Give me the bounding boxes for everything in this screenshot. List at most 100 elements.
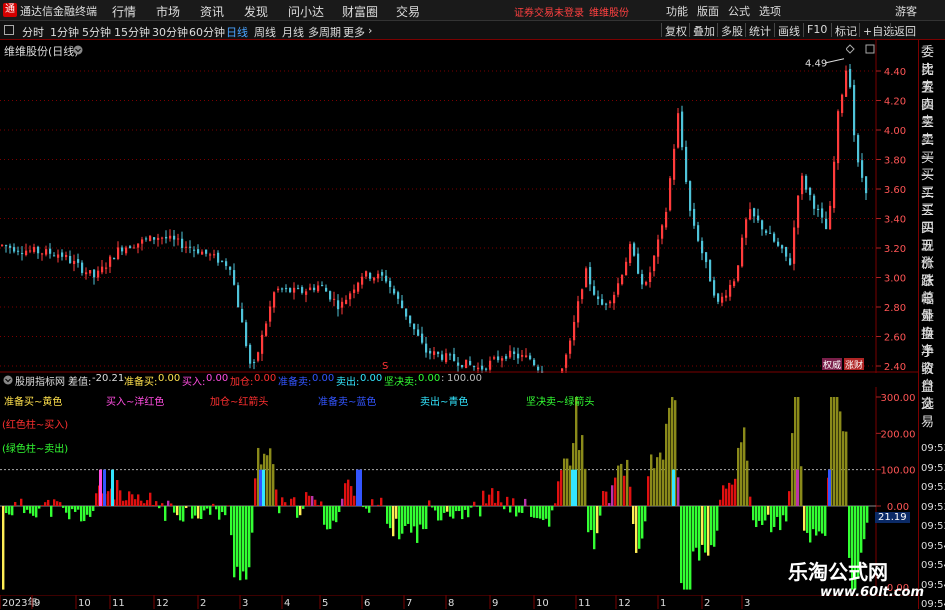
candlestick-chart[interactable]: 4.404.204.003.803.603.403.203.002.802.60…	[0, 40, 918, 373]
candle-body	[841, 95, 843, 113]
indicator-bar	[314, 500, 316, 506]
menu-ask[interactable]: 问小达	[288, 3, 324, 20]
indicator-bar	[728, 483, 730, 506]
dropdown-icon[interactable]	[73, 45, 83, 55]
indicator-bar	[26, 506, 28, 510]
period-15min[interactable]: 15分钟	[114, 24, 150, 40]
indicator-bar	[167, 501, 169, 506]
candle-body	[593, 286, 595, 295]
indicator-bar	[449, 506, 451, 517]
candle-body	[45, 249, 47, 254]
candle-body	[333, 299, 335, 300]
indicator-bar	[200, 506, 202, 519]
indicator-name[interactable]: 股朋指标网	[15, 373, 65, 388]
indicator-bar	[62, 506, 64, 508]
tool-draw-line[interactable]: 画线	[774, 23, 800, 37]
price-tick-label: 4.00	[884, 126, 906, 137]
candle-body	[221, 261, 223, 262]
indicator-bar	[812, 506, 814, 529]
indicator-bar	[293, 497, 295, 506]
indicator-bar	[182, 506, 184, 522]
watermark-url: www.60lt.com	[820, 585, 924, 600]
candle-body	[1, 245, 3, 246]
period-60min[interactable]: 60分钟	[189, 24, 225, 40]
menu-layout[interactable]: 版面	[697, 3, 719, 19]
menu-quotes[interactable]: 行情	[112, 3, 136, 20]
indicator-bar	[140, 501, 142, 506]
candle-body	[105, 268, 107, 269]
dropdown-icon[interactable]	[3, 375, 13, 385]
tool-overlay[interactable]: 叠加	[689, 23, 715, 37]
menu-trade[interactable]: 交易	[396, 3, 420, 20]
indicator-bar	[32, 506, 34, 516]
indicator-bar	[299, 506, 301, 515]
candle-body	[85, 272, 87, 274]
chevron-right-icon[interactable]: ›	[368, 24, 372, 37]
tool-restore-rights[interactable]: 复权	[661, 23, 687, 37]
chart-controls-icon[interactable]	[846, 43, 876, 55]
indicator-bar	[86, 506, 88, 515]
indicator-bar	[146, 500, 148, 506]
menu-market[interactable]: 市场	[156, 3, 180, 20]
period-timeshare[interactable]: 分时	[22, 24, 44, 40]
candle-body	[857, 135, 859, 162]
guest-label[interactable]: 游客	[895, 3, 917, 19]
indicator-bar	[446, 506, 448, 512]
candle-body	[497, 356, 499, 360]
indicator-bar	[149, 493, 151, 506]
field-label-add: 加仓:	[230, 373, 253, 388]
period-30min[interactable]: 30分钟	[152, 24, 188, 40]
menu-formula[interactable]: 公式	[728, 3, 750, 19]
candle-body	[149, 236, 151, 241]
candle-body	[425, 344, 427, 353]
indicator-bar	[485, 503, 487, 506]
menu-discover[interactable]: 发现	[244, 3, 268, 20]
candle-body	[765, 231, 767, 233]
candle-body	[701, 241, 703, 253]
menu-function[interactable]: 功能	[666, 3, 688, 19]
side-time: 09:53	[921, 463, 945, 474]
tool-mark[interactable]: 标记	[831, 23, 857, 37]
candle-body	[289, 288, 291, 292]
indicator-bar	[500, 502, 502, 506]
side-time: 09:53	[921, 521, 945, 532]
indicator-bar	[788, 491, 790, 506]
candle-body	[693, 209, 695, 226]
indicator-bar	[785, 506, 787, 521]
tool-back[interactable]: 返回	[890, 23, 916, 37]
indicator-bar	[65, 506, 67, 513]
side-time: 09:53	[921, 502, 945, 513]
period-more[interactable]: 更多	[343, 24, 365, 40]
menu-wealth[interactable]: 财富圈	[342, 3, 378, 20]
login-notice[interactable]: 证券交易未登录	[514, 4, 584, 19]
indicator-bar	[680, 506, 682, 583]
candle-body	[689, 181, 691, 211]
field-value-add: 0.00	[254, 373, 276, 384]
tool-statistics[interactable]: 统计	[745, 23, 771, 37]
indicator-bar	[14, 502, 16, 506]
tool-multi-stock[interactable]: 多股	[717, 23, 743, 37]
period-monthly[interactable]: 月线	[282, 24, 304, 40]
indicator-bar	[521, 506, 523, 513]
period-daily[interactable]: 日线	[226, 24, 248, 40]
period-weekly[interactable]: 周线	[254, 24, 276, 40]
field-value-firm-sell: 0.00	[418, 373, 440, 384]
period-1min[interactable]: 1分钟	[50, 24, 79, 40]
grid-icon[interactable]	[4, 25, 14, 35]
period-5min[interactable]: 5分钟	[82, 24, 111, 40]
candle-body	[697, 225, 699, 241]
period-multi[interactable]: 多周期	[308, 24, 341, 40]
indicator-chart[interactable]: 300.00200.00100.000.000.00	[0, 387, 918, 595]
time-axis-label: 10	[536, 598, 549, 609]
high-price-label: 4.49	[805, 59, 827, 70]
menu-options[interactable]: 选项	[759, 3, 781, 19]
indicator-bar	[791, 433, 793, 506]
menu-news[interactable]: 资讯	[200, 3, 224, 20]
tool-add-favorite[interactable]: +自选	[859, 23, 894, 37]
side-label[interactable]: 交易	[921, 396, 945, 432]
candle-body	[69, 256, 71, 263]
indicator-bar	[566, 459, 568, 506]
indicator-bar	[311, 496, 313, 506]
tool-f10[interactable]: F10	[803, 23, 827, 37]
stock-notice[interactable]: 维维股份	[589, 4, 629, 19]
